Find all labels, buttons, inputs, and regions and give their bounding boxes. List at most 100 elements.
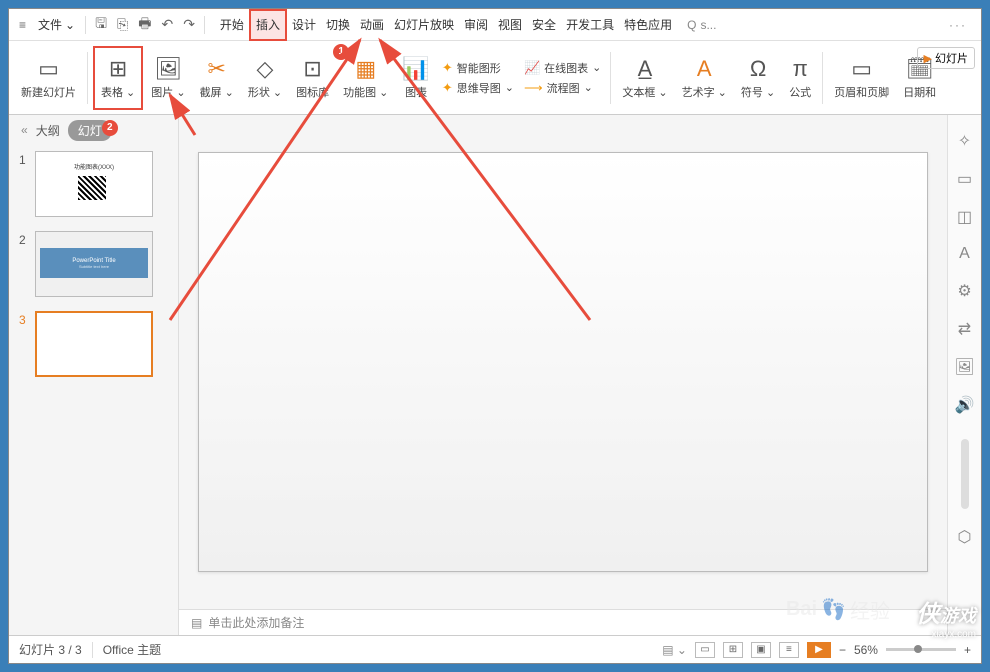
baidu-watermark: Bai👣 经验 (786, 595, 890, 624)
zoom-in-icon[interactable]: + (964, 643, 971, 657)
menu-icon[interactable]: ≡ (13, 18, 32, 32)
label: 艺术字 ⌄ (682, 84, 727, 100)
label: 功能图 ⌄ (343, 84, 388, 100)
mindmap-button[interactable]: ✦思维导图 ⌄ (442, 79, 514, 97)
print-preview-icon[interactable]: ⎘ (112, 16, 133, 33)
header-footer-button[interactable]: ▭ 页眉和页脚 (828, 46, 895, 110)
vertical-scrollbar[interactable] (961, 439, 969, 509)
thumbnails: 1 功能图表(XXX) 2 PowerPoint Title Subtitle … (9, 145, 178, 635)
wordart-button[interactable]: A 艺术字 ⌄ (676, 46, 733, 110)
icon-library-button[interactable]: ⊡ 图标库 (290, 46, 335, 110)
thumb-graphic (78, 176, 106, 200)
sparkle-icon[interactable]: ✧ (958, 131, 971, 151)
label: 符号 ⌄ (741, 84, 775, 100)
table-button[interactable]: ⊞ 表格 ⌄ (93, 46, 143, 110)
canvas-area: ▤ 单击此处添加备注 (179, 115, 947, 635)
screenshot-button[interactable]: ✂ 截屏 ⌄ (194, 46, 240, 110)
adjust-icon[interactable]: ⇄ (958, 319, 971, 339)
thumb-2[interactable]: 2 PowerPoint Title Subtitle text here (19, 231, 168, 297)
statusbar: 幻灯片 3 / 3 Office 主题 ▤ ⌄ ▭ ⊞ ▣ ≡ ▶ − 56% … (9, 635, 981, 663)
text-icon[interactable]: A (959, 245, 970, 263)
screenshot-icon: ✂ (207, 56, 225, 82)
smart-graphic-button[interactable]: ✦智能图形 (442, 59, 514, 77)
ribbon-tabs: 开始 插入 设计 切换 动画 幻灯片放映 审阅 视图 安全 开发工具 特色应用 (215, 9, 677, 41)
shapes-button[interactable]: ◇ 形状 ⌄ (242, 46, 288, 110)
play-icon: ▶ (924, 52, 932, 65)
tab-transition[interactable]: 切换 (321, 9, 355, 41)
picture-icon: 🖼 (154, 56, 182, 82)
sorter-view-icon[interactable]: ⊞ (723, 642, 743, 658)
speaker-icon[interactable]: 🔊 (955, 395, 975, 415)
online-chart-button[interactable]: 📈在线图表 ⌄ (524, 59, 601, 77)
textbox-button[interactable]: A̲ 文本框 ⌄ (616, 46, 673, 110)
reading-view-icon[interactable]: ▣ (751, 642, 771, 658)
normal-view-icon[interactable]: ▭ (695, 642, 715, 658)
thumb-1[interactable]: 1 功能图表(XXX) (19, 151, 168, 217)
site-watermark: 侠游戏 xiayx.com (916, 594, 976, 640)
formula-button[interactable]: π 公式 (783, 46, 817, 110)
label: 形状 ⌄ (248, 84, 282, 100)
wordart-icon: A (697, 56, 712, 82)
tab-review[interactable]: 审阅 (459, 9, 493, 41)
separator (87, 52, 88, 104)
tab-slideshow[interactable]: 幻灯片放映 (389, 9, 459, 41)
settings-icon[interactable]: ⚙ (957, 281, 971, 301)
tab-insert[interactable]: 插入 (249, 9, 287, 41)
tab-start[interactable]: 开始 (215, 9, 249, 41)
label: 图表 (405, 84, 427, 100)
tab-feature-apps[interactable]: 特色应用 (619, 9, 677, 41)
redo-icon[interactable]: ↷ (178, 16, 200, 33)
formula-icon: π (793, 56, 808, 82)
overflow-menu[interactable]: ··· (939, 18, 977, 32)
thumb-3[interactable]: 3 (19, 311, 168, 377)
undo-icon[interactable]: ↶ (156, 16, 178, 33)
zoom-level[interactable]: 56% (854, 643, 878, 657)
label: 图标库 (296, 84, 329, 100)
tab-design[interactable]: 设计 (287, 9, 321, 41)
label: 图片 ⌄ (151, 84, 185, 100)
thumbnail (35, 311, 153, 377)
chart-button[interactable]: 📊 图表 (396, 46, 435, 110)
collapse-icon[interactable]: « (21, 123, 28, 137)
slide-number: 1 (19, 151, 29, 167)
save-icon[interactable]: 🖫 (90, 13, 112, 37)
function-chart-button[interactable]: 1 ▦ 功能图 ⌄ (337, 46, 394, 110)
thumbnail: PowerPoint Title Subtitle text here (35, 231, 153, 297)
zoom-out-icon[interactable]: − (839, 643, 846, 657)
symbol-icon: Ω (750, 56, 766, 82)
chevron-down-icon: ⌄ (65, 18, 75, 32)
picture-button[interactable]: 🖼 图片 ⌄ (145, 46, 191, 110)
theme-label: Office 主题 (103, 641, 161, 658)
new-slide-button[interactable]: ▭ 新建幻灯片 (15, 46, 82, 110)
thumbnail: 功能图表(XXX) (35, 151, 153, 217)
label: 公式 (789, 84, 811, 100)
layers-icon[interactable]: ▭ (957, 169, 972, 189)
tab-view[interactable]: 视图 (493, 9, 527, 41)
symbol-button[interactable]: Ω 符号 ⌄ (735, 46, 781, 110)
search-icon: Q (687, 18, 696, 32)
play-button[interactable]: ▶ (807, 642, 831, 658)
tab-animation[interactable]: 动画 (355, 9, 389, 41)
tab-security[interactable]: 安全 (527, 9, 561, 41)
slide-canvas[interactable] (198, 152, 928, 572)
print-icon[interactable]: 🖶 (133, 13, 156, 37)
file-menu[interactable]: 文件 ⌄ (32, 16, 81, 33)
zoom-slider[interactable] (886, 648, 956, 651)
notes-toggle-icon[interactable]: ▤ ⌄ (662, 643, 687, 657)
selection-icon[interactable]: ◫ (957, 207, 972, 227)
thumb-subtitle: Subtitle text here (79, 264, 109, 269)
flowchart-button[interactable]: ⟶流程图 ⌄ (524, 79, 601, 97)
shield-icon[interactable]: ⬡ (958, 527, 972, 547)
outline-view-icon[interactable]: ≡ (779, 642, 799, 658)
slideshow-shortcut[interactable]: ▶ 幻灯片 (917, 47, 975, 69)
small-group: ✦智能图形 ✦思维导图 ⌄ (438, 57, 518, 99)
tab-developer[interactable]: 开发工具 (561, 9, 619, 41)
search-box[interactable]: Q s... (687, 18, 716, 32)
search-text: s... (700, 18, 716, 32)
canvas-scroll[interactable] (179, 115, 947, 609)
status-right: ▤ ⌄ ▭ ⊞ ▣ ≡ ▶ − 56% + (662, 642, 971, 658)
picture-panel-icon[interactable]: 🖼 (954, 357, 974, 377)
function-chart-icon: ▦ (355, 56, 376, 82)
slides-tab[interactable]: 幻灯 2 (68, 120, 112, 141)
outline-tab[interactable]: 大纲 (36, 122, 60, 139)
